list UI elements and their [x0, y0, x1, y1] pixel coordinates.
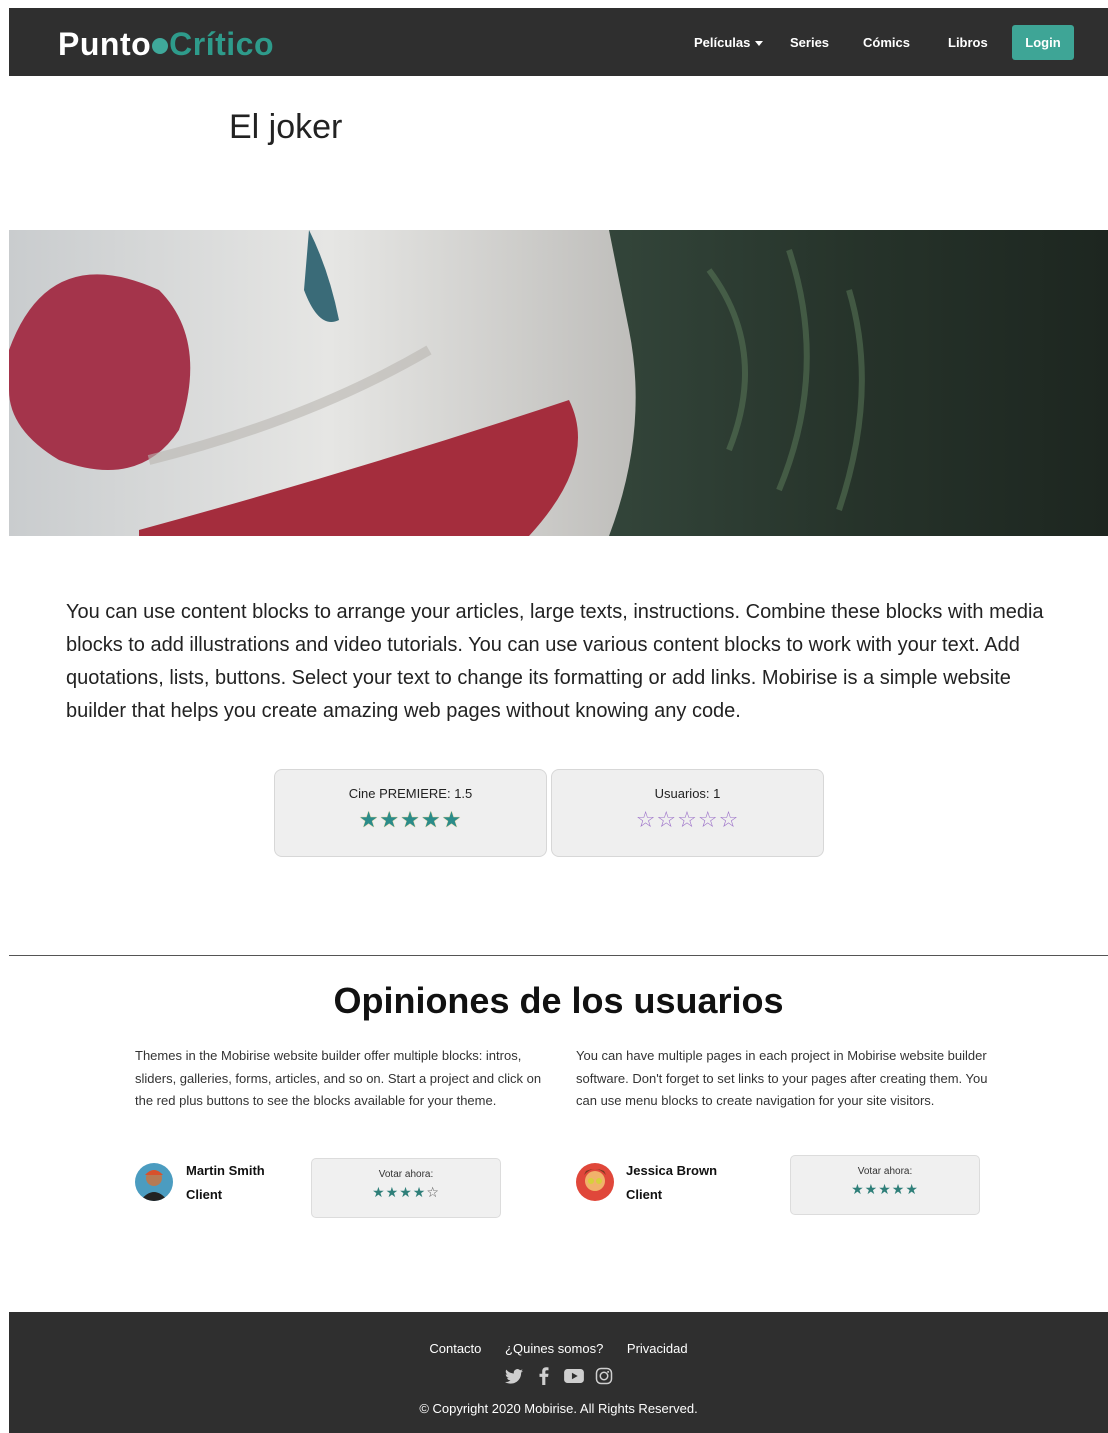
reviewer-name-1: Martin Smith [186, 1163, 265, 1178]
copyright-text: © Copyright 2020 Mobirise. All Rights Re… [419, 1401, 698, 1416]
navbar: Punto Crítico Películas Series Cómics Lib… [9, 8, 1108, 76]
vote-box-1: Votar ahora: ★★★★☆ [311, 1158, 501, 1218]
intro-text: You can use content blocks to arrange yo… [66, 601, 1044, 722]
youtube-icon[interactable] [563, 1366, 584, 1386]
facebook-icon[interactable] [534, 1366, 554, 1386]
vote-label-1: Votar ahora: [378, 1169, 434, 1180]
critic-rating-stars: ★★★★★ [358, 807, 463, 832]
page-title: El joker [229, 108, 343, 146]
footer-link-privacidad[interactable]: Privacidad [627, 1341, 688, 1356]
nav-peliculas-dropdown[interactable]: Películas [694, 35, 764, 50]
avatar-image [135, 1163, 173, 1201]
vote-stars-empty-1: ☆ [426, 1184, 440, 1200]
vote-box-2: Votar ahora: ★★★★★ [790, 1155, 980, 1215]
logo-text-punto: Punto [58, 26, 152, 62]
avatar-martin-smith [135, 1163, 173, 1201]
vote-stars-2[interactable]: ★★★★★ [791, 1181, 979, 1198]
footer-link-quienes-somos[interactable]: ¿Quines somos? [505, 1341, 603, 1356]
joker-face-illustration [9, 230, 1108, 536]
nav-peliculas-label: Películas [694, 35, 751, 50]
twitter-icon[interactable] [504, 1366, 524, 1386]
nav-series[interactable]: Series [790, 35, 829, 50]
vote-stars-filled-1: ★★★★ [372, 1184, 427, 1200]
hero-image [9, 230, 1108, 536]
social-icons [9, 1366, 1108, 1386]
user-rating-card: Usuarios: 1 ☆☆☆☆☆ [551, 769, 824, 857]
user-rating-label: Usuarios: 1 [654, 786, 721, 801]
reviewer-1: Martin Smith Client [186, 1159, 265, 1207]
page: Punto Crítico Películas Series Cómics Lib… [9, 8, 1108, 1433]
footer: Contacto ¿Quines somos? Privacidad © Cop… [9, 1312, 1108, 1433]
login-button[interactable]: Login [1012, 25, 1074, 60]
nav-libros[interactable]: Libros [948, 35, 988, 50]
reviewer-2: Jessica Brown Client [626, 1159, 717, 1207]
critic-rating-card: Cine PREMIERE: 1.5 ★★★★★ [274, 769, 547, 857]
logo-dot-icon [152, 37, 169, 54]
nav-comics[interactable]: Cómics [863, 35, 910, 50]
instagram-icon[interactable] [594, 1366, 614, 1386]
logo-text-critico: Crítico [169, 26, 274, 62]
footer-link-contacto[interactable]: Contacto [429, 1341, 481, 1356]
caret-down-icon [755, 41, 764, 47]
reviewer-role-2: Client [626, 1187, 663, 1202]
site-logo[interactable]: Punto Crítico [58, 24, 274, 64]
footer-links: Contacto ¿Quines somos? Privacidad [9, 1341, 1108, 1356]
reviewer-name-2: Jessica Brown [626, 1163, 718, 1178]
critic-rating-label: Cine PREMIERE: 1.5 [348, 786, 473, 801]
review-text-1: Themes in the Mobirise website builder o… [135, 1048, 542, 1108]
user-rating-stars[interactable]: ☆☆☆☆☆ [552, 807, 823, 833]
vote-label-2: Votar ahora: [857, 1166, 913, 1177]
reviews-section-title: Opiniones de los usuarios [333, 980, 784, 1021]
vote-stars-filled-2: ★★★★★ [851, 1181, 919, 1197]
section-divider [9, 955, 1108, 956]
avatar-jessica-brown [576, 1163, 614, 1201]
vote-stars-1[interactable]: ★★★★☆ [312, 1184, 500, 1201]
review-text-2: You can have multiple pages in each proj… [576, 1048, 988, 1108]
reviewer-role-1: Client [186, 1187, 223, 1202]
avatar-image [576, 1163, 614, 1201]
